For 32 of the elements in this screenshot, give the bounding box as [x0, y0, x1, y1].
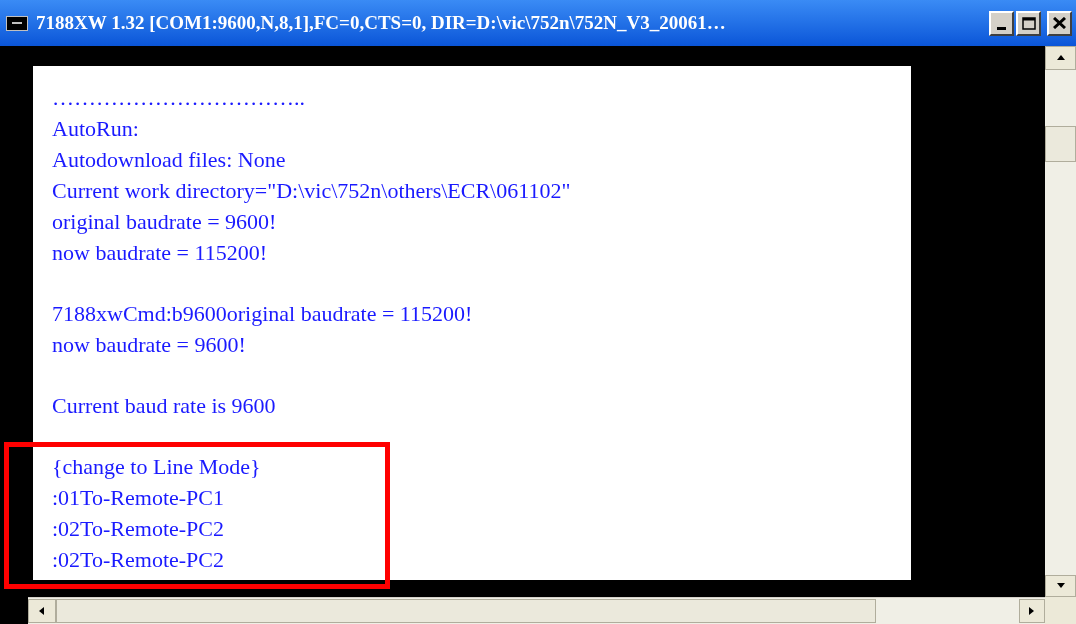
console-line: :02To-Remote-PC2 [52, 515, 225, 543]
console-line: Autodownload files: None [52, 146, 287, 174]
console-line: {change to Line Mode} [52, 453, 262, 481]
console-line: Current work directory="D:\vic\752n\others\ECR\061102" [52, 177, 572, 205]
minimize-button[interactable] [989, 10, 1014, 36]
console-line: :02To-Remote-PC2 [52, 546, 225, 574]
console-line: …………………………….. [52, 84, 306, 112]
scroll-down-button[interactable] [1045, 575, 1076, 597]
maximize-icon [1021, 16, 1036, 30]
window-title: 7188XW 1.32 [COM1:9600,N,8,1],FC=0,CTS=0, DIR=D:\vic\752n\752N_V3_20061… [36, 10, 727, 35]
console-line: now baudrate = 115200! [52, 239, 269, 267]
console-line: AutoRun: [52, 115, 140, 143]
maximize-button[interactable] [1016, 10, 1041, 36]
scroll-right-button[interactable] [1019, 599, 1045, 623]
console-line: 7188xwCmd:b9600original baudrate = 115200! [52, 300, 474, 328]
console-icon [6, 15, 28, 31]
close-icon [1053, 17, 1066, 29]
console-line: Current baud rate is 9600 [52, 392, 277, 420]
console-line: original baudrate = 9600! [52, 208, 278, 236]
resize-grip[interactable] [1045, 597, 1076, 624]
console-line: :01To-Remote-PC1 [52, 484, 225, 512]
minimize-icon [997, 26, 1006, 30]
scroll-up-button[interactable] [1045, 46, 1076, 70]
scroll-thumb[interactable] [56, 599, 876, 623]
horizontal-scrollbar[interactable] [28, 597, 1045, 624]
close-button[interactable] [1047, 10, 1072, 36]
left-arrow-icon [37, 606, 47, 616]
scroll-thumb[interactable] [1045, 126, 1076, 162]
up-arrow-icon [1055, 53, 1066, 63]
scroll-left-button[interactable] [28, 599, 56, 623]
vertical-scrollbar[interactable] [1045, 46, 1076, 597]
console-line: now baudrate = 9600! [52, 331, 247, 359]
